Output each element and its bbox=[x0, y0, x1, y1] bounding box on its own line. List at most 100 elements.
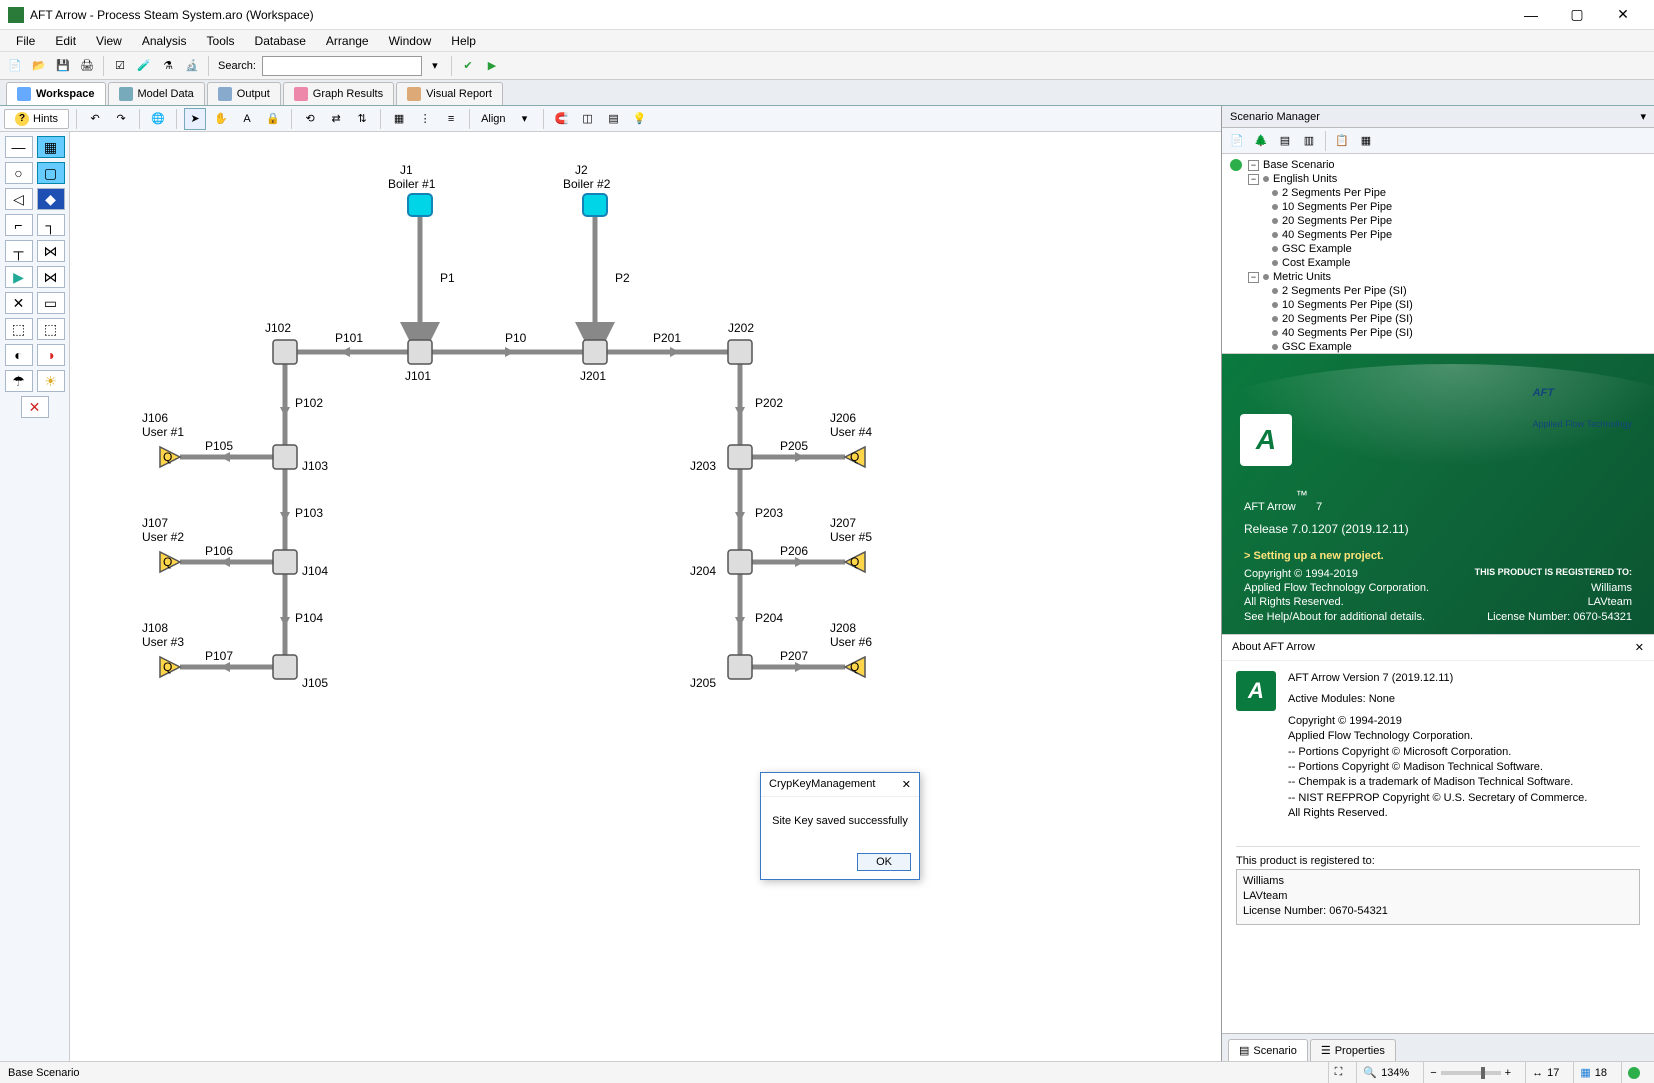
hints-button[interactable]: Hints bbox=[4, 109, 69, 129]
tree-item[interactable]: 20 Segments Per Pipe bbox=[1282, 215, 1392, 227]
tool-comp[interactable]: ◐ bbox=[5, 344, 33, 366]
tool-valve[interactable]: ⋈ bbox=[37, 240, 65, 262]
tab-graph-results[interactable]: Graph Results bbox=[283, 82, 394, 105]
pointer-icon[interactable]: ➤ bbox=[184, 108, 206, 130]
swap-icon[interactable]: ⇅ bbox=[351, 108, 373, 130]
align-dropdown-icon[interactable]: ▾ bbox=[514, 108, 536, 130]
tab-workspace[interactable]: Workspace bbox=[6, 82, 106, 105]
close-button[interactable]: ✕ bbox=[1600, 0, 1646, 30]
flip-icon[interactable]: ⇄ bbox=[325, 108, 347, 130]
minimize-button[interactable]: — bbox=[1508, 0, 1554, 30]
tool-comp2[interactable]: ◑ bbox=[37, 344, 65, 366]
hand-icon[interactable]: ✋ bbox=[210, 108, 232, 130]
tree-root[interactable]: Base Scenario bbox=[1263, 159, 1335, 171]
tool-hx[interactable]: ⬚ bbox=[5, 318, 33, 340]
menu-view[interactable]: View bbox=[86, 32, 132, 50]
tool-icon[interactable]: 🧪 bbox=[133, 55, 155, 77]
tool-hx2[interactable]: ⬚ bbox=[37, 318, 65, 340]
search-input[interactable] bbox=[262, 56, 422, 76]
checklist-icon[interactable]: ☑ bbox=[109, 55, 131, 77]
tool-elbow2[interactable]: ┐ bbox=[37, 214, 65, 236]
tool-tee[interactable]: ┬ bbox=[5, 240, 33, 262]
sm-down-icon[interactable]: ▥ bbox=[1298, 130, 1320, 152]
run-icon[interactable]: ▶ bbox=[481, 55, 503, 77]
lines-icon[interactable]: ≡ bbox=[440, 108, 462, 130]
tool-assigned[interactable]: ◁ bbox=[5, 188, 33, 210]
tool-spray[interactable]: ☂ bbox=[5, 370, 33, 392]
print-icon[interactable]: 🖨 bbox=[76, 55, 98, 77]
tree-item[interactable]: 40 Segments Per Pipe (SI) bbox=[1282, 327, 1413, 339]
rotate-icon[interactable]: ⟲ bbox=[299, 108, 321, 130]
dots-icon[interactable]: ⋮ bbox=[414, 108, 436, 130]
rtab-scenario[interactable]: ▤Scenario bbox=[1228, 1039, 1308, 1061]
menu-database[interactable]: Database bbox=[245, 32, 316, 50]
tree-item[interactable]: GSC Example bbox=[1282, 243, 1352, 255]
tool-circle[interactable]: ○ bbox=[5, 162, 33, 184]
tool-valve2[interactable]: ⋈ bbox=[37, 266, 65, 288]
menu-arrange[interactable]: Arrange bbox=[316, 32, 379, 50]
sm-new-icon[interactable]: 📄 bbox=[1226, 130, 1248, 152]
tool-cross[interactable]: ✕ bbox=[5, 292, 33, 314]
undo-icon[interactable]: ↶ bbox=[84, 108, 106, 130]
new-icon[interactable]: 📄 bbox=[4, 55, 26, 77]
ok-button[interactable]: OK bbox=[857, 853, 911, 871]
zoom-fit-icon[interactable]: ⛶ bbox=[1335, 1066, 1343, 1079]
tool-pump[interactable]: ◆ bbox=[37, 188, 65, 210]
tool-elbow[interactable]: ⌐ bbox=[5, 214, 33, 236]
tool-x[interactable]: ✕ bbox=[21, 396, 49, 418]
text-icon[interactable]: A bbox=[236, 108, 258, 130]
tree-item[interactable]: Cost Example bbox=[1282, 257, 1350, 269]
tool-pipe[interactable]: ― bbox=[5, 136, 33, 158]
scenario-tree[interactable]: −Base Scenario −English Units 2 Segments… bbox=[1222, 154, 1654, 354]
sm-tree-icon[interactable]: 🌲 bbox=[1250, 130, 1272, 152]
magnet-icon[interactable]: 🧲 bbox=[551, 108, 573, 130]
open-icon[interactable]: 📂 bbox=[28, 55, 50, 77]
tree-item[interactable]: 10 Segments Per Pipe (SI) bbox=[1282, 299, 1413, 311]
dropdown-icon[interactable]: ▾ bbox=[424, 55, 446, 77]
zoom-out-icon[interactable]: − bbox=[1430, 1067, 1436, 1079]
tree-item[interactable]: 2 Segments Per Pipe (SI) bbox=[1282, 285, 1407, 297]
menu-analysis[interactable]: Analysis bbox=[132, 32, 197, 50]
dialog-close-icon[interactable]: ✕ bbox=[902, 778, 911, 791]
lock-icon[interactable]: 🔒 bbox=[262, 108, 284, 130]
tool-reducer[interactable]: ▭ bbox=[37, 292, 65, 314]
check-icon[interactable]: ✔ bbox=[457, 55, 479, 77]
menu-tools[interactable]: Tools bbox=[197, 32, 245, 50]
menu-help[interactable]: Help bbox=[441, 32, 486, 50]
save-icon[interactable]: 💾 bbox=[52, 55, 74, 77]
tree-item[interactable]: 20 Segments Per Pipe (SI) bbox=[1282, 313, 1413, 325]
tab-output[interactable]: Output bbox=[207, 82, 281, 105]
menu-window[interactable]: Window bbox=[379, 32, 442, 50]
maximize-button[interactable]: ▢ bbox=[1554, 0, 1600, 30]
tree-group[interactable]: Metric Units bbox=[1273, 271, 1331, 283]
panel-menu-icon[interactable]: ▾ bbox=[1640, 110, 1646, 123]
tree-item[interactable]: 2 Segments Per Pipe bbox=[1282, 187, 1386, 199]
rtab-properties[interactable]: ☰Properties bbox=[1310, 1039, 1396, 1061]
tool-spray2[interactable]: ☀ bbox=[37, 370, 65, 392]
tab-visual-report[interactable]: Visual Report bbox=[396, 82, 503, 105]
tool-grid[interactable]: ▦ bbox=[37, 136, 65, 158]
tree-group[interactable]: English Units bbox=[1273, 173, 1337, 185]
tree-item[interactable]: 40 Segments Per Pipe bbox=[1282, 229, 1392, 241]
tab-model-data[interactable]: Model Data bbox=[108, 82, 205, 105]
zoom-in-icon[interactable]: + bbox=[1505, 1067, 1511, 1079]
redo-icon[interactable]: ↷ bbox=[110, 108, 132, 130]
zoom-icon[interactable]: 🔍 bbox=[1363, 1066, 1377, 1079]
tool-icon-2[interactable]: ⚗ bbox=[157, 55, 179, 77]
grid-icon[interactable]: ▦ bbox=[388, 108, 410, 130]
sm-copy-icon[interactable]: 📋 bbox=[1331, 130, 1353, 152]
about-close-icon[interactable]: ✕ bbox=[1635, 641, 1644, 654]
canvas[interactable]: Q Q Q Q Q Q J1 Boiler #1 J2 Boiler #2 P1… bbox=[70, 132, 1221, 1061]
bulb-icon[interactable]: 💡 bbox=[629, 108, 651, 130]
menu-file[interactable]: File bbox=[6, 32, 45, 50]
tree-item[interactable]: 10 Segments Per Pipe bbox=[1282, 201, 1392, 213]
tree-item[interactable]: GSC Example bbox=[1282, 341, 1352, 353]
layers-icon[interactable]: ▤ bbox=[603, 108, 625, 130]
menu-edit[interactable]: Edit bbox=[45, 32, 86, 50]
tool-check[interactable]: ▶ bbox=[5, 266, 33, 288]
tool-tank[interactable]: ▢ bbox=[37, 162, 65, 184]
snap-icon[interactable]: ◫ bbox=[577, 108, 599, 130]
sm-up-icon[interactable]: ▤ bbox=[1274, 130, 1296, 152]
sm-grid-icon[interactable]: ▦ bbox=[1355, 130, 1377, 152]
globe-icon[interactable]: 🌐 bbox=[147, 108, 169, 130]
